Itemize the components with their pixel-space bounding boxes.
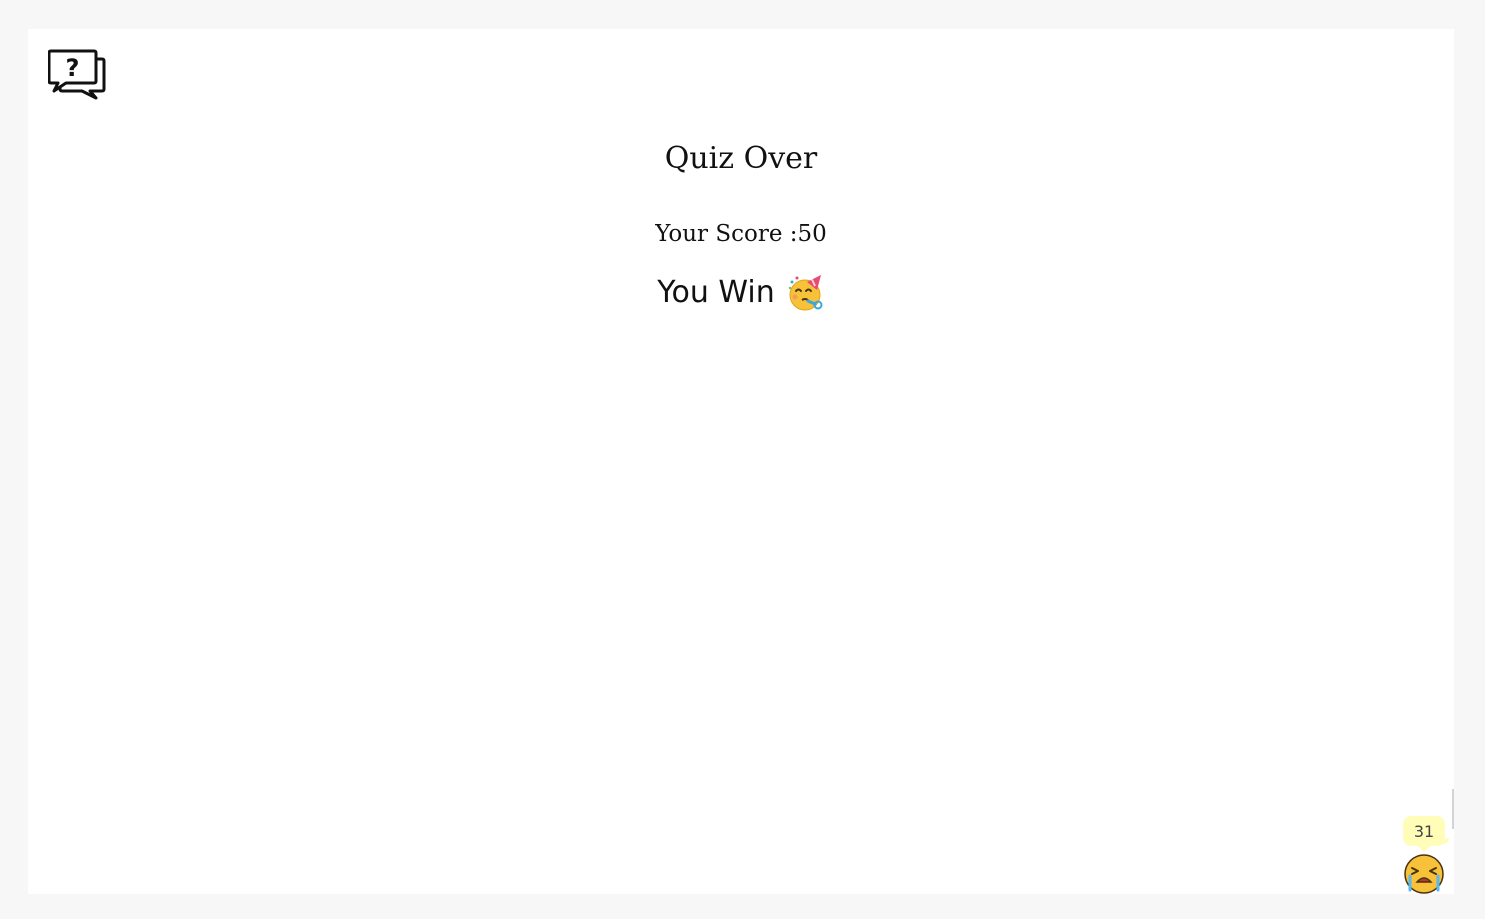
svg-text:?: ? <box>66 54 80 82</box>
page-title: Quiz Over <box>664 141 818 176</box>
results-panel: Quiz Over Your Score :50 You Win <box>28 137 1454 313</box>
result-text: You Win <box>657 275 775 310</box>
timer-value: 31 <box>1413 821 1435 841</box>
partying-face-icon <box>787 274 825 312</box>
result-line: You Win <box>657 273 825 313</box>
crying-face-icon <box>1402 852 1446 896</box>
timer-badge: 31 <box>1403 816 1449 852</box>
question-chat-bubbles-icon: ? <box>47 49 106 101</box>
divider <box>1452 789 1454 829</box>
quiz-card: ? Quiz Over Your Score :50 You Win 31 <box>28 29 1454 894</box>
score-text: Your Score :50 <box>655 221 827 247</box>
